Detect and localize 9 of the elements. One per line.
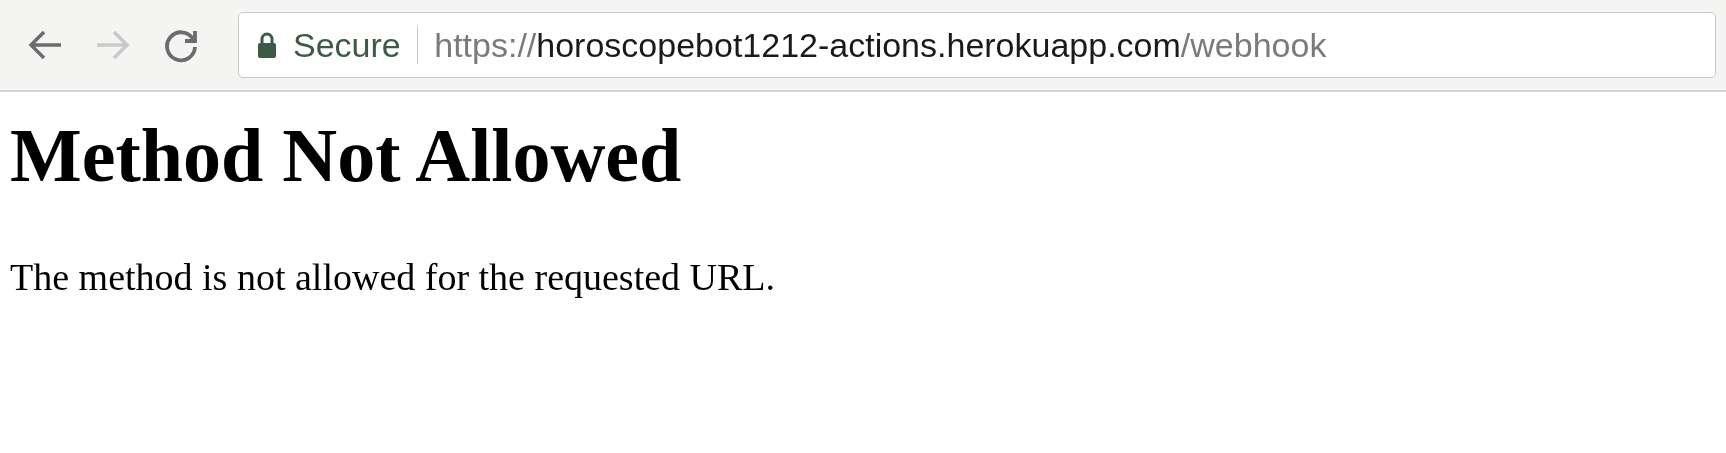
back-arrow-icon bbox=[27, 29, 63, 61]
reload-icon bbox=[163, 27, 199, 63]
address-bar[interactable]: Secure https://horoscopebot1212-actions.herokuapp.com/webhook bbox=[238, 12, 1716, 78]
forward-arrow-icon bbox=[95, 29, 131, 61]
error-message: The method is not allowed for the requested URL. bbox=[10, 255, 776, 300]
security-label: Secure bbox=[293, 25, 401, 65]
page-heading: Method Not Allowed bbox=[10, 112, 682, 199]
lock-icon bbox=[257, 32, 277, 58]
url-text: https://horoscopebot1212-actions.herokuapp.com/webhook bbox=[434, 25, 1327, 65]
